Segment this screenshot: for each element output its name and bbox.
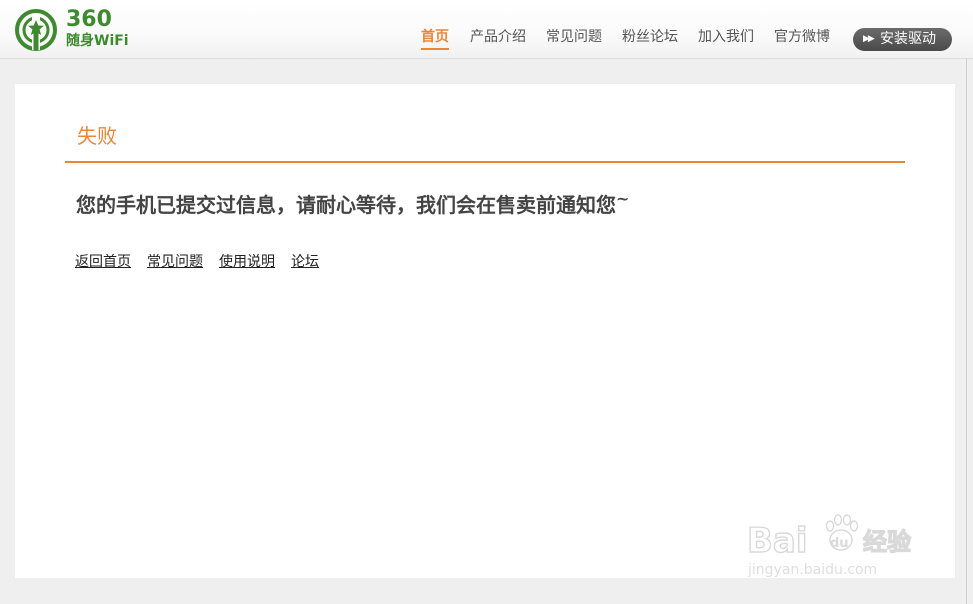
nav-item-faq[interactable]: 常见问题	[546, 27, 602, 47]
install-driver-button[interactable]: ▶▶ 安装驱动	[853, 28, 952, 51]
content-panel: 失败 您的手机已提交过信息，请耐心等待，我们会在售卖前通知您~ 返回首页 常见问…	[15, 84, 955, 578]
nav-item-join-us[interactable]: 加入我们	[698, 27, 754, 47]
scrollbar-edge	[966, 58, 967, 604]
link-faq[interactable]: 常见问题	[147, 253, 203, 271]
double-chevron-right-icon: ▶▶	[863, 34, 875, 44]
logo-360-wifi[interactable]: 360 随身WiFi	[14, 8, 144, 52]
page-title: 失败	[77, 124, 117, 148]
status-message: 您的手机已提交过信息，请耐心等待，我们会在售卖前通知您~	[76, 189, 630, 221]
link-instructions[interactable]: 使用说明	[219, 253, 275, 271]
logo-number: 360	[66, 7, 112, 32]
status-message-text: 您的手机已提交过信息，请耐心等待，我们会在售卖前通知您	[76, 193, 616, 217]
logo-subtitle: 随身WiFi	[66, 33, 129, 49]
status-message-suffix: ~	[616, 189, 630, 208]
title-divider	[65, 161, 905, 163]
link-back-home[interactable]: 返回首页	[75, 253, 131, 271]
wifi-signal-star-icon	[15, 9, 57, 51]
nav-item-weibo[interactable]: 官方微博	[774, 27, 830, 47]
nav-item-home[interactable]: 首页	[421, 27, 449, 50]
nav-item-products[interactable]: 产品介绍	[470, 27, 526, 47]
link-forum[interactable]: 论坛	[291, 253, 319, 271]
site-header: 360 随身WiFi 首页 产品介绍 常见问题 粉丝论坛 加入我们 官方微博 ▶…	[0, 0, 973, 59]
install-driver-label: 安装驱动	[880, 31, 936, 47]
nav-item-fan-forum[interactable]: 粉丝论坛	[622, 27, 678, 47]
